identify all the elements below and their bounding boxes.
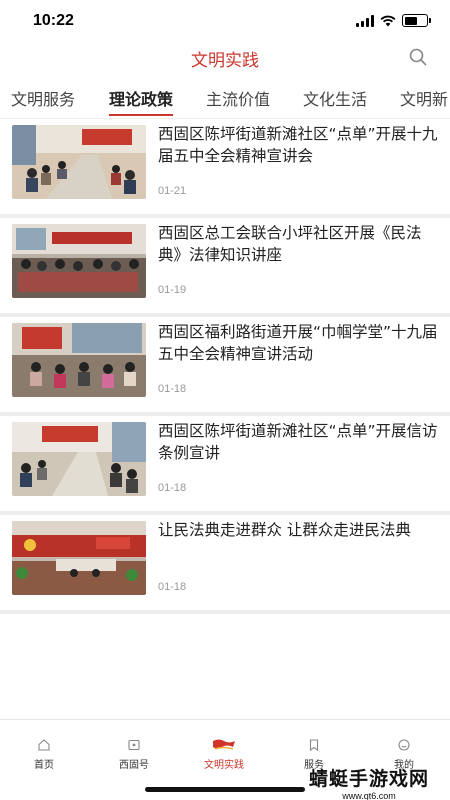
tab-civil-new[interactable]: 文明新 [400, 86, 448, 110]
channel-icon [128, 739, 140, 751]
search-icon [409, 48, 427, 66]
status-bar: 10:22 [0, 0, 450, 44]
search-button[interactable] [408, 47, 428, 67]
active-tab-indicator [109, 114, 174, 116]
news-thumbnail [12, 224, 146, 298]
cellular-signal-icon [356, 14, 374, 27]
tab-mainstream-values[interactable]: 主流价值 [206, 86, 270, 110]
watermark-url: www.qt6.com [342, 791, 396, 800]
news-title: 让民法典走进群众 让群众走进民法典 [158, 521, 411, 539]
watermark-title: 蜻蜓手游戏网 [308, 768, 429, 790]
news-item[interactable]: 西固区陈坪街道新滩社区“点单”开展信访条例宣讲 01-18 [0, 416, 450, 511]
tabbar-civil-practice[interactable]: 文明实践 [189, 738, 259, 771]
news-date: 01-18 [158, 482, 187, 494]
tab-theory-policy[interactable]: 理论政策 [109, 86, 174, 116]
nav-bar: 文明实践 [0, 44, 450, 74]
news-date: 01-21 [158, 185, 187, 197]
flag-logo-icon [213, 739, 235, 750]
tab-label: 文化生活 [303, 90, 368, 109]
tabbar-label: 文明实践 [204, 760, 244, 771]
tabbar-home[interactable]: 首页 [9, 738, 79, 771]
news-date: 01-19 [158, 284, 187, 296]
home-icon [38, 739, 50, 751]
home-indicator [145, 787, 305, 792]
tab-culture-life[interactable]: 文化生活 [303, 86, 367, 110]
news-date: 01-18 [158, 383, 187, 395]
status-time: 10:22 [33, 12, 74, 29]
bookmark-icon [309, 739, 319, 752]
tab-label: 主流价值 [206, 90, 271, 109]
tab-label: 文明新 [400, 90, 449, 109]
news-title: 西固区总工会联合小坪社区开展《民法典》法律知识讲座 [158, 224, 422, 264]
news-item[interactable]: 西固区总工会联合小坪社区开展《民法典》法律知识讲座 01-19 [0, 218, 450, 313]
news-thumbnail [12, 125, 146, 199]
watermark: 蜻蜓手游戏网 www.qt6.com [294, 764, 444, 800]
news-separator [0, 610, 450, 614]
news-thumbnail [12, 521, 146, 595]
tabbar-channel[interactable]: 西固号 [99, 738, 169, 771]
news-item[interactable]: 西固区福利路街道开展“巾帼学堂”十九届五中全会精神宣讲活动 01-18 [0, 317, 450, 412]
page-title: 文明实践 [191, 51, 259, 71]
tab-label: 文明服务 [11, 90, 76, 109]
wifi-icon [380, 15, 396, 26]
news-thumbnail [12, 422, 146, 496]
news-title: 西固区陈坪街道新滩社区“点单”开展信访条例宣讲 [158, 422, 438, 462]
status-icons [356, 14, 431, 27]
tab-label: 理论政策 [109, 90, 174, 109]
news-title: 西固区福利路街道开展“巾帼学堂”十九届五中全会精神宣讲活动 [158, 323, 438, 363]
news-title: 西固区陈坪街道新滩社区“点单”开展十九届五中全会精神宣讲会 [158, 125, 438, 165]
news-date: 01-18 [158, 581, 187, 593]
news-item[interactable]: 西固区陈坪街道新滩社区“点单”开展十九届五中全会精神宣讲会 01-21 [0, 119, 450, 214]
news-item[interactable]: 让民法典走进群众 让群众走进民法典 01-18 [0, 515, 450, 610]
category-tabs: 文明服务 理论政策 主流价值 文化生活 文明新 [0, 82, 450, 116]
battery-icon [402, 14, 431, 27]
news-list: 西固区陈坪街道新滩社区“点单”开展十九届五中全会精神宣讲会 01-21 西固区总… [0, 119, 450, 614]
tabbar-label: 西固号 [119, 760, 149, 771]
profile-icon [398, 739, 410, 751]
news-thumbnail [12, 323, 146, 397]
tab-civil-service[interactable]: 文明服务 [11, 86, 75, 110]
tabbar-label: 首页 [34, 760, 54, 771]
